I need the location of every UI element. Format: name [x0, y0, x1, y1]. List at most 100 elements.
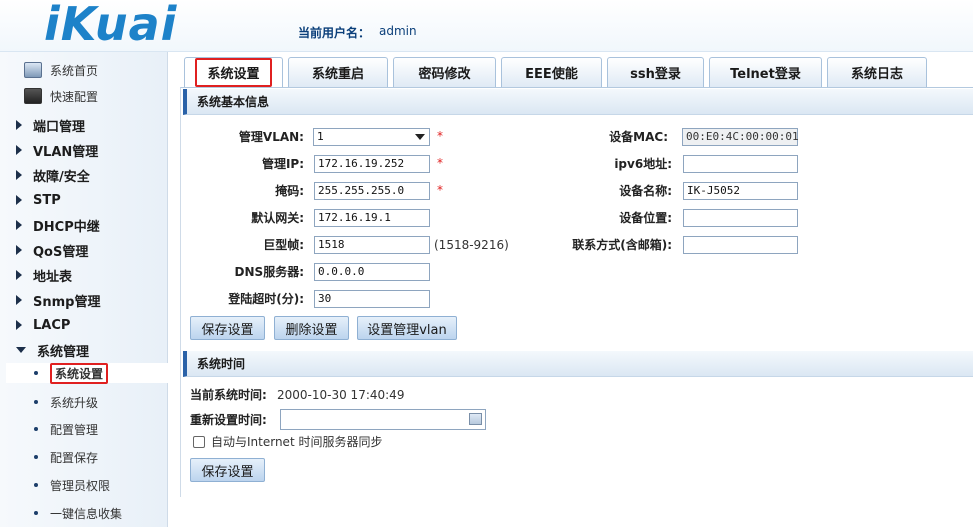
ipv6-address-input[interactable] — [683, 155, 798, 173]
tab-ssh-login[interactable]: ssh登录 — [607, 57, 704, 87]
required-mark: * — [437, 156, 443, 170]
calendar-icon[interactable] — [469, 413, 482, 425]
mgmt-ip-input[interactable]: 172.16.19.252 — [314, 155, 430, 173]
menu-label: 故障/安全 — [33, 169, 90, 185]
expand-arrow-icon — [16, 220, 22, 230]
expand-arrow-icon — [16, 195, 22, 205]
sidebar-subitem-config-management[interactable]: 配置管理 — [34, 419, 98, 439]
bullet-icon — [34, 455, 38, 459]
save-time-button[interactable]: 保存设置 — [190, 458, 265, 482]
mask-input[interactable]: 255.255.255.0 — [314, 182, 430, 200]
sidebar-menu-address-table[interactable]: 地址表 — [16, 265, 72, 285]
chevron-down-icon — [415, 134, 425, 140]
monitor-icon — [24, 62, 42, 78]
menu-label: QoS管理 — [33, 244, 89, 260]
menu-label: LACP — [33, 317, 71, 333]
tab-label: 密码修改 — [418, 67, 471, 82]
sidebar-menu-lacp[interactable]: LACP — [16, 315, 70, 335]
expand-arrow-icon — [16, 145, 22, 155]
auto-sync-label: 自动与Internet 时间服务器同步 — [211, 435, 383, 449]
reset-time-input[interactable] — [280, 409, 486, 430]
subitem-label: 配置管理 — [50, 422, 99, 437]
login-timeout-label: 登陆超时(分): — [228, 292, 304, 306]
subitem-label: 配置保存 — [50, 450, 99, 465]
sidebar-menu-system[interactable]: 系统管理 — [16, 340, 89, 360]
tab-telnet-login[interactable]: Telnet登录 — [709, 57, 822, 87]
tab-password-change[interactable]: 密码修改 — [393, 57, 496, 87]
sidebar-subitem-admin-permissions[interactable]: 管理员权限 — [34, 475, 110, 495]
menu-label: 端口管理 — [33, 119, 86, 135]
sidebar-menu-snmp[interactable]: Snmp管理 — [16, 290, 100, 310]
tab-system-settings[interactable]: 系统设置 — [184, 57, 283, 87]
collapse-arrow-icon — [16, 347, 26, 353]
subitem-label: 一键信息收集 — [50, 506, 123, 521]
current-time-label: 当前系统时间: — [190, 388, 267, 402]
sidebar-subitem-info-collect[interactable]: 一键信息收集 — [34, 503, 122, 523]
login-timeout-input[interactable]: 30 — [314, 290, 430, 308]
menu-label: STP — [33, 192, 61, 208]
sidebar: 系统首页 快速配置 端口管理 VLAN管理 故障/安全 STP DHCP中继 Q… — [0, 52, 168, 527]
expand-arrow-icon — [16, 270, 22, 280]
jumbo-frame-hint: (1518-9216) — [434, 238, 509, 252]
top-header: iKuai 当前用户名： admin — [0, 0, 973, 52]
sidebar-menu-port[interactable]: 端口管理 — [16, 115, 85, 135]
subitem-label: 系统升级 — [50, 395, 99, 410]
ipv6-address-label: ipv6地址: — [614, 157, 672, 171]
delete-settings-button[interactable]: 删除设置 — [274, 316, 349, 340]
tab-eee-enable[interactable]: EEE使能 — [501, 57, 602, 87]
mask-label: 掩码: — [275, 184, 304, 198]
bullet-icon — [34, 371, 38, 375]
sidebar-item-home[interactable]: 系统首页 — [24, 59, 98, 81]
gateway-input[interactable]: 172.16.19.1 — [314, 209, 430, 227]
menu-label: Snmp管理 — [33, 294, 101, 310]
sidebar-subitem-system-upgrade[interactable]: 系统升级 — [34, 392, 98, 412]
expand-arrow-icon — [16, 120, 22, 130]
mgmt-vlan-selected-value: 1 — [317, 130, 324, 143]
tab-system-reboot[interactable]: 系统重启 — [288, 57, 388, 87]
tab-label: 系统日志 — [850, 67, 903, 82]
device-name-label: 设备名称: — [619, 184, 672, 198]
set-mgmt-vlan-button[interactable]: 设置管理vlan — [357, 316, 457, 340]
tab-label: 系统设置 — [195, 58, 272, 87]
device-mac-label: 设备MAC: — [609, 130, 668, 144]
bullet-icon — [34, 511, 38, 515]
mgmt-vlan-select[interactable]: 1 — [313, 128, 430, 146]
sidebar-menu-fault-security[interactable]: 故障/安全 — [16, 165, 90, 185]
required-mark: * — [437, 129, 443, 143]
bullet-icon — [34, 483, 38, 487]
subitem-label: 系统设置 — [50, 362, 109, 384]
device-name-input[interactable]: IK-J5052 — [683, 182, 798, 200]
tab-system-log[interactable]: 系统日志 — [827, 57, 927, 87]
contact-label: 联系方式(含邮箱): — [572, 238, 672, 252]
sidebar-menu-dhcp-relay[interactable]: DHCP中继 — [16, 215, 100, 235]
dns-server-label: DNS服务器: — [234, 265, 304, 279]
expand-arrow-icon — [16, 320, 22, 330]
auto-sync-checkbox[interactable] — [193, 436, 205, 448]
section-header-basic-info: 系统基本信息 — [183, 89, 973, 115]
expand-arrow-icon — [16, 170, 22, 180]
device-location-input[interactable] — [683, 209, 798, 227]
jumbo-frame-label: 巨型帧: — [263, 238, 304, 252]
menu-label: VLAN管理 — [33, 144, 99, 160]
dns-server-input[interactable]: 0.0.0.0 — [314, 263, 430, 281]
subitem-label: 管理员权限 — [50, 478, 111, 493]
jumbo-frame-input[interactable]: 1518 — [314, 236, 430, 254]
mgmt-ip-label: 管理IP: — [261, 157, 304, 171]
menu-label: 系统管理 — [37, 344, 90, 360]
bullet-icon — [34, 400, 38, 404]
sidebar-subitem-system-settings[interactable]: 系统设置 — [6, 362, 168, 384]
sidebar-item-quick-config[interactable]: 快速配置 — [24, 85, 98, 107]
device-location-label: 设备位置: — [619, 211, 672, 225]
save-settings-button[interactable]: 保存设置 — [190, 316, 265, 340]
bullet-icon — [34, 427, 38, 431]
sidebar-menu-qos[interactable]: QoS管理 — [16, 240, 88, 260]
sidebar-subitem-config-save[interactable]: 配置保存 — [34, 447, 98, 467]
current-user-label: 当前用户名： — [298, 26, 371, 40]
mgmt-vlan-label: 管理VLAN: — [238, 130, 304, 144]
tab-label: ssh登录 — [630, 67, 681, 82]
sidebar-menu-vlan[interactable]: VLAN管理 — [16, 140, 98, 160]
section-header-system-time: 系统时间 — [183, 351, 973, 377]
sidebar-item-label: 系统首页 — [50, 63, 99, 78]
contact-input[interactable] — [683, 236, 798, 254]
sidebar-menu-stp[interactable]: STP — [16, 190, 61, 210]
